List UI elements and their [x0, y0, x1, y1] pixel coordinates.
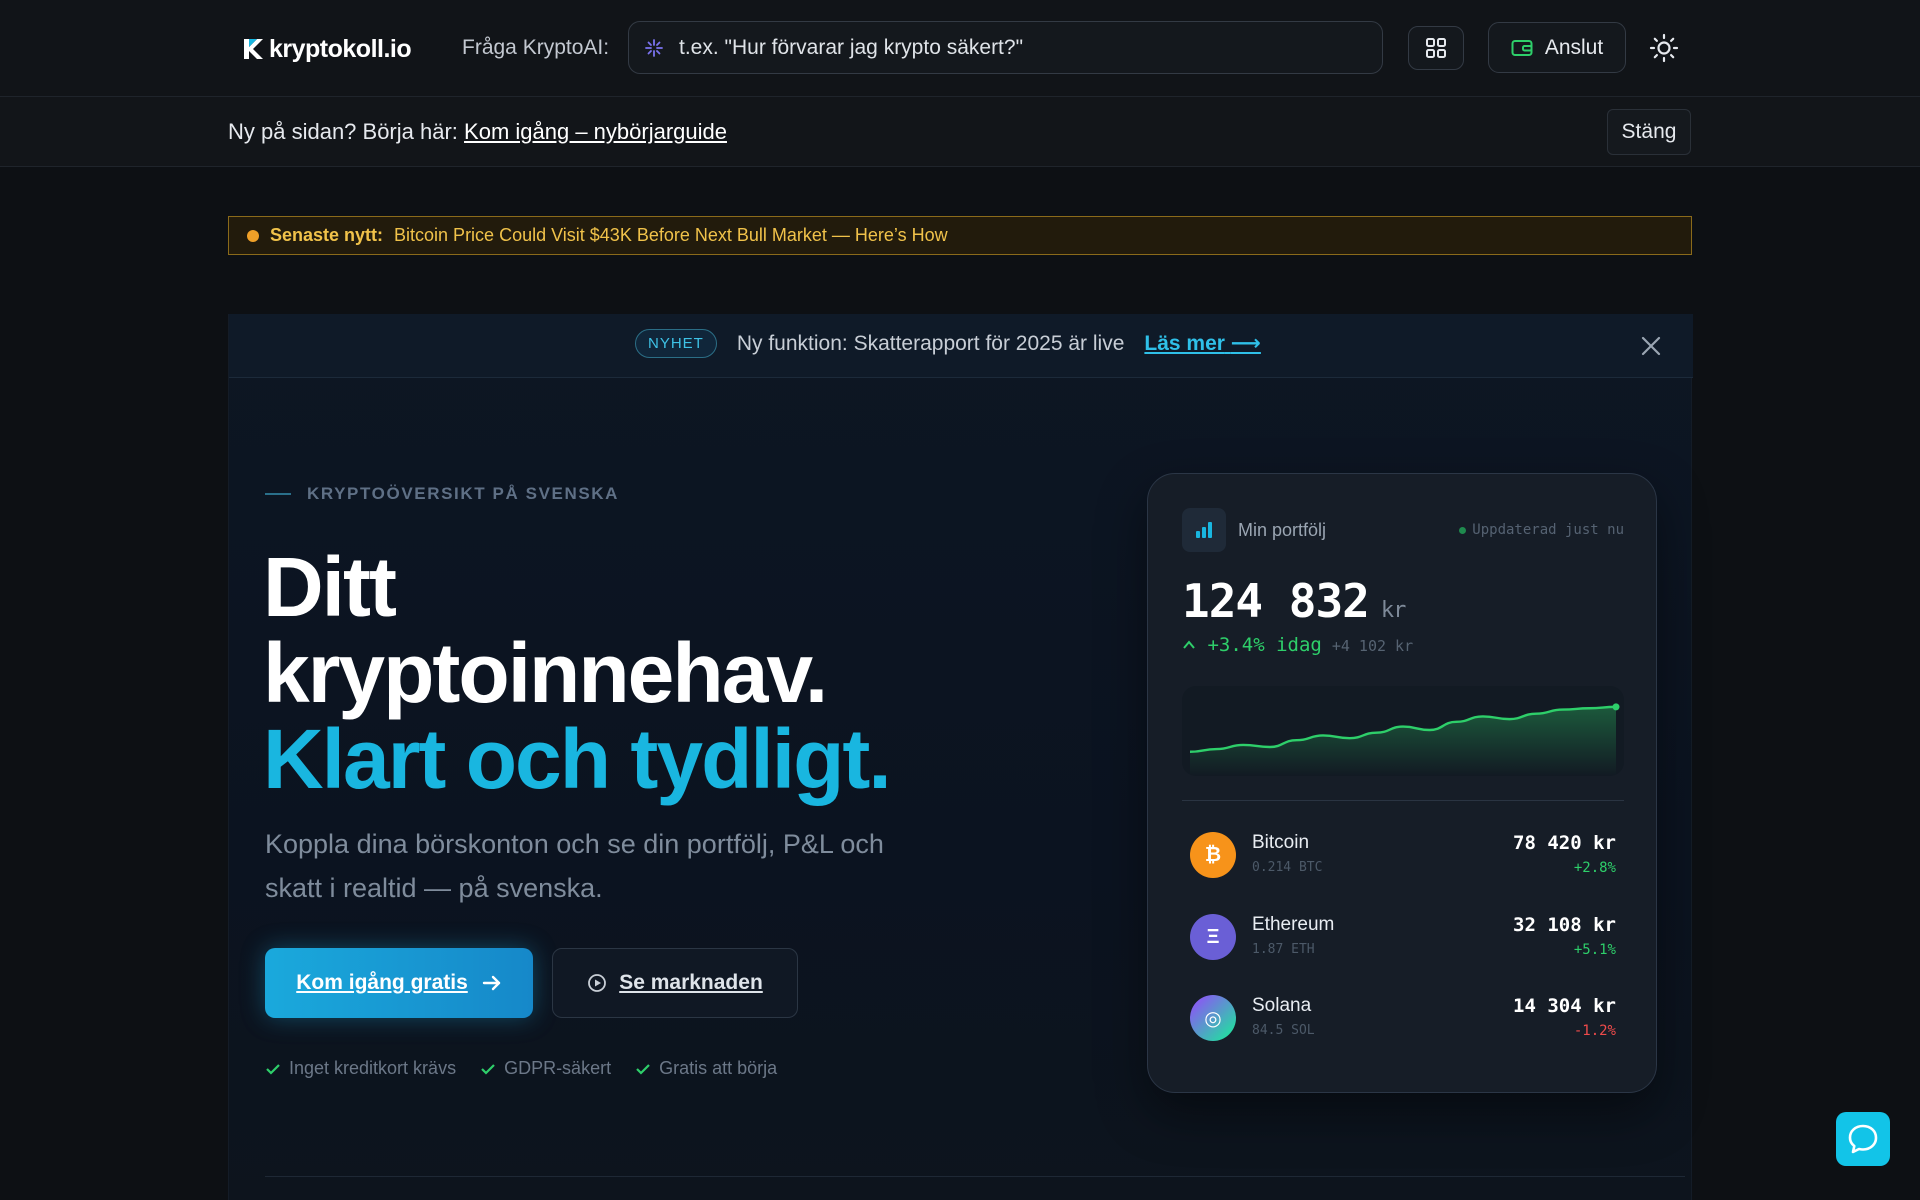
hero-headline: Ditt kryptoinnehav. Klart och tydligt.	[263, 544, 963, 802]
portfolio-updated-status: Uppdaterad just nu	[1459, 522, 1624, 538]
portfolio-change: +3.4% idag +4 102 kr	[1182, 634, 1413, 656]
apps-grid-button[interactable]	[1408, 26, 1464, 70]
logo-mark-icon	[244, 39, 263, 59]
arrow-right-icon: ⟶	[1230, 332, 1261, 355]
asset-amount: 1.87 ETH	[1252, 942, 1315, 957]
hero-section: NYHET Ny funktion: Skatterapport för 202…	[228, 314, 1693, 1200]
logo-text: kryptokoll.io	[269, 34, 412, 63]
site-logo[interactable]: kryptokoll.io	[240, 34, 412, 64]
connect-label: Anslut	[1544, 35, 1604, 59]
onboarding-bar: Ny på sidan? Börja här: Kom igång – nybö…	[0, 97, 1920, 167]
read-more-label: Läs mer	[1144, 332, 1225, 355]
check-icon	[636, 1063, 650, 1075]
chat-bubble-icon	[1848, 1124, 1878, 1154]
asset-name: Bitcoin	[1252, 832, 1310, 853]
benefit-checklist: Inget kreditkort krävs GDPR-säkert Grati…	[265, 1058, 777, 1079]
benefit-item: Inget kreditkort krävs	[265, 1058, 456, 1079]
eyebrow-line	[265, 493, 291, 495]
get-started-button[interactable]: Kom igång gratis	[265, 948, 533, 1018]
ethereum-icon: Ξ	[1190, 914, 1236, 960]
play-circle-icon	[588, 974, 607, 992]
sparkline-endpoint	[1612, 703, 1620, 711]
asset-change: +2.8%	[1573, 860, 1616, 876]
asset-row-ethereum[interactable]: Ξ Ethereum 1.87 ETH 32 108 kr +5.1%	[1182, 904, 1624, 974]
top-navigation-bar: kryptokoll.io Fråga KryptoAI: Anslut	[0, 0, 1920, 97]
headline-line-1: Ditt	[263, 540, 397, 634]
bar-chart-icon	[1182, 508, 1226, 552]
chat-support-button[interactable]	[1836, 1112, 1890, 1166]
headline-line-2: kryptoinnehav.	[263, 626, 828, 720]
sparkle-icon	[645, 38, 663, 57]
grid-icon	[1426, 38, 1446, 58]
chevron-up-icon	[1183, 640, 1195, 649]
ask-ai-label: Fråga KryptoAI:	[462, 36, 610, 59]
change-today: +3.4% idag	[1182, 634, 1322, 656]
wallet-icon	[1511, 39, 1533, 56]
sparkline-area	[1190, 706, 1616, 776]
theme-toggle-button[interactable]	[1648, 32, 1680, 64]
hero-eyebrow: KRYPTOÖVERSIKT PÅ SVENSKA	[265, 484, 619, 504]
new-badge: NYHET	[635, 329, 717, 358]
eyebrow-text: KRYPTOÖVERSIKT PÅ SVENSKA	[307, 484, 620, 503]
asset-name: Solana	[1252, 995, 1312, 1016]
ask-ai-input[interactable]	[679, 35, 1359, 60]
onboarding-prefix: Ny på sidan? Börja här:	[228, 119, 458, 144]
ask-ai-search-box[interactable]	[628, 21, 1383, 74]
check-icon	[481, 1063, 495, 1075]
total-value-number: 124 832	[1182, 574, 1370, 628]
live-dot-icon	[247, 229, 259, 242]
announcement-bar: NYHET Ny funktion: Skatterapport för 202…	[229, 314, 1693, 378]
asset-amount: 84.5 SOL	[1252, 1023, 1315, 1038]
portfolio-divider	[1182, 800, 1624, 801]
asset-row-bitcoin[interactable]: ₿ Bitcoin 0.214 BTC 78 420 kr +2.8%	[1182, 822, 1624, 892]
hero-bottom-divider	[265, 1176, 1685, 1177]
close-announcement-icon[interactable]	[1639, 334, 1663, 358]
asset-name: Ethereum	[1252, 914, 1335, 935]
see-market-label: Se marknaden	[619, 971, 763, 994]
asset-row-solana[interactable]: ◎ Solana 84.5 SOL 14 304 kr -1.2%	[1182, 985, 1624, 1055]
portfolio-sparkline	[1182, 686, 1624, 776]
arrow-right-icon	[482, 975, 500, 991]
benefit-item: Gratis att börja	[635, 1058, 777, 1079]
sparkline-chart	[1189, 703, 1620, 776]
asset-value: 32 108 kr	[1513, 914, 1616, 936]
benefit-label: GDPR-säkert	[504, 1058, 612, 1078]
asset-value: 78 420 kr	[1513, 832, 1616, 854]
ticker-headline[interactable]: Bitcoin Price Could Visit $43K Before Ne…	[394, 225, 948, 246]
ticker-label: Senaste nytt:	[270, 225, 384, 245]
hero-subtitle: Koppla dina börskonton och se din portfö…	[265, 829, 884, 903]
asset-amount: 0.214 BTC	[1252, 860, 1323, 875]
portfolio-total-value: 124 832 kr	[1182, 574, 1406, 628]
solana-icon: ◎	[1190, 995, 1236, 1041]
check-icon	[266, 1063, 280, 1075]
read-more-link[interactable]: Läs mer ⟶	[1144, 331, 1261, 356]
updated-text: Uppdaterad just nu	[1472, 522, 1624, 538]
announcement-text: Ny funktion: Skatterapport för 2025 är l…	[736, 331, 1125, 355]
benefit-label: Gratis att börja	[659, 1058, 778, 1078]
get-started-label: Kom igång gratis	[296, 971, 468, 994]
benefit-label: Inget kreditkort krävs	[289, 1058, 457, 1078]
benefit-item: GDPR-säkert	[480, 1058, 611, 1079]
see-market-button[interactable]: Se marknaden	[552, 948, 798, 1018]
portfolio-card: Min portfölj Uppdaterad just nu 124 832 k…	[1147, 473, 1657, 1093]
total-value-currency: kr	[1380, 598, 1406, 623]
bitcoin-icon: ₿	[1190, 832, 1236, 878]
asset-value: 14 304 kr	[1513, 995, 1616, 1017]
portfolio-title: Min portfölj	[1238, 519, 1327, 540]
asset-change: +5.1%	[1573, 942, 1616, 958]
change-absolute: +4 102 kr	[1331, 637, 1414, 655]
asset-change: -1.2%	[1573, 1023, 1616, 1039]
change-today-text: +3.4% idag	[1207, 634, 1322, 656]
beginner-guide-link[interactable]: Kom igång – nybörjarguide	[464, 119, 727, 144]
status-dot-icon	[1459, 526, 1467, 534]
sun-icon	[1649, 33, 1679, 63]
connect-wallet-button[interactable]: Anslut	[1488, 22, 1626, 73]
news-ticker[interactable]: Senaste nytt: Bitcoin Price Could Visit …	[228, 216, 1692, 255]
headline-accent: Klart och tydligt.	[263, 712, 892, 806]
close-onboarding-button[interactable]: Stäng	[1607, 109, 1691, 155]
onboarding-message: Ny på sidan? Börja här: Kom igång – nybö…	[228, 119, 727, 145]
portfolio-card-header: Min portfölj Uppdaterad just nu	[1182, 508, 1624, 552]
